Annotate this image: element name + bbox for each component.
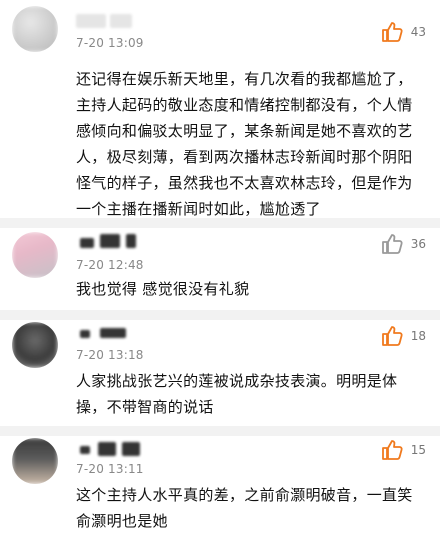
comment-2: 7-20 12:48 36 我也觉得 感觉很没有礼貌 bbox=[0, 228, 440, 310]
like-count: 43 bbox=[410, 25, 426, 39]
like-count: 36 bbox=[410, 237, 426, 251]
divider bbox=[0, 426, 440, 436]
like-button[interactable]: 18 bbox=[381, 326, 426, 346]
avatar[interactable] bbox=[12, 322, 58, 368]
like-count: 15 bbox=[410, 443, 426, 457]
username-blurred[interactable] bbox=[76, 234, 140, 248]
username-blurred[interactable] bbox=[76, 326, 136, 340]
comment-time: 7-20 13:11 bbox=[76, 462, 144, 476]
divider bbox=[0, 218, 440, 228]
comment-3: 7-20 13:18 18 人家挑战张艺兴的莲被说成杂技表演。明明是体操，不带智… bbox=[0, 320, 440, 426]
comment-text: 人家挑战张艺兴的莲被说成杂技表演。明明是体操，不带智商的说话 bbox=[76, 372, 398, 416]
thumbs-up-icon bbox=[381, 22, 403, 42]
avatar[interactable] bbox=[12, 438, 58, 484]
avatar[interactable] bbox=[12, 232, 58, 278]
like-button[interactable]: 36 bbox=[381, 234, 426, 254]
avatar[interactable] bbox=[12, 6, 58, 52]
comment-text: 我也觉得 感觉很没有礼貌 bbox=[76, 280, 250, 298]
like-button[interactable]: 15 bbox=[381, 440, 426, 460]
divider bbox=[0, 310, 440, 320]
comment-4: 7-20 13:11 15 这个主持人水平真的差，之前俞灏明破音，一直笑俞灏明也… bbox=[0, 436, 440, 539]
thumbs-up-icon bbox=[381, 440, 403, 460]
username-blurred[interactable] bbox=[76, 442, 146, 456]
like-count: 18 bbox=[410, 329, 426, 343]
username-blurred[interactable] bbox=[76, 14, 136, 28]
comment-time: 7-20 13:18 bbox=[76, 348, 144, 362]
comment-text: 还记得在娱乐新天地里，有几次看的我都尴尬了，主持人起码的敬业态度和情绪控制都没有… bbox=[76, 70, 413, 218]
thumbs-up-icon bbox=[381, 326, 403, 346]
comment-time: 7-20 12:48 bbox=[76, 258, 144, 272]
like-button[interactable]: 43 bbox=[381, 22, 426, 42]
thumbs-up-icon bbox=[381, 234, 403, 254]
comment-1: 7-20 13:09 43 还记得在娱乐新天地里，有几次看的我都尴尬了，主持人起… bbox=[0, 0, 440, 218]
comment-text: 这个主持人水平真的差，之前俞灏明破音，一直笑俞灏明也是她 bbox=[76, 486, 413, 530]
comment-time: 7-20 13:09 bbox=[76, 36, 144, 50]
